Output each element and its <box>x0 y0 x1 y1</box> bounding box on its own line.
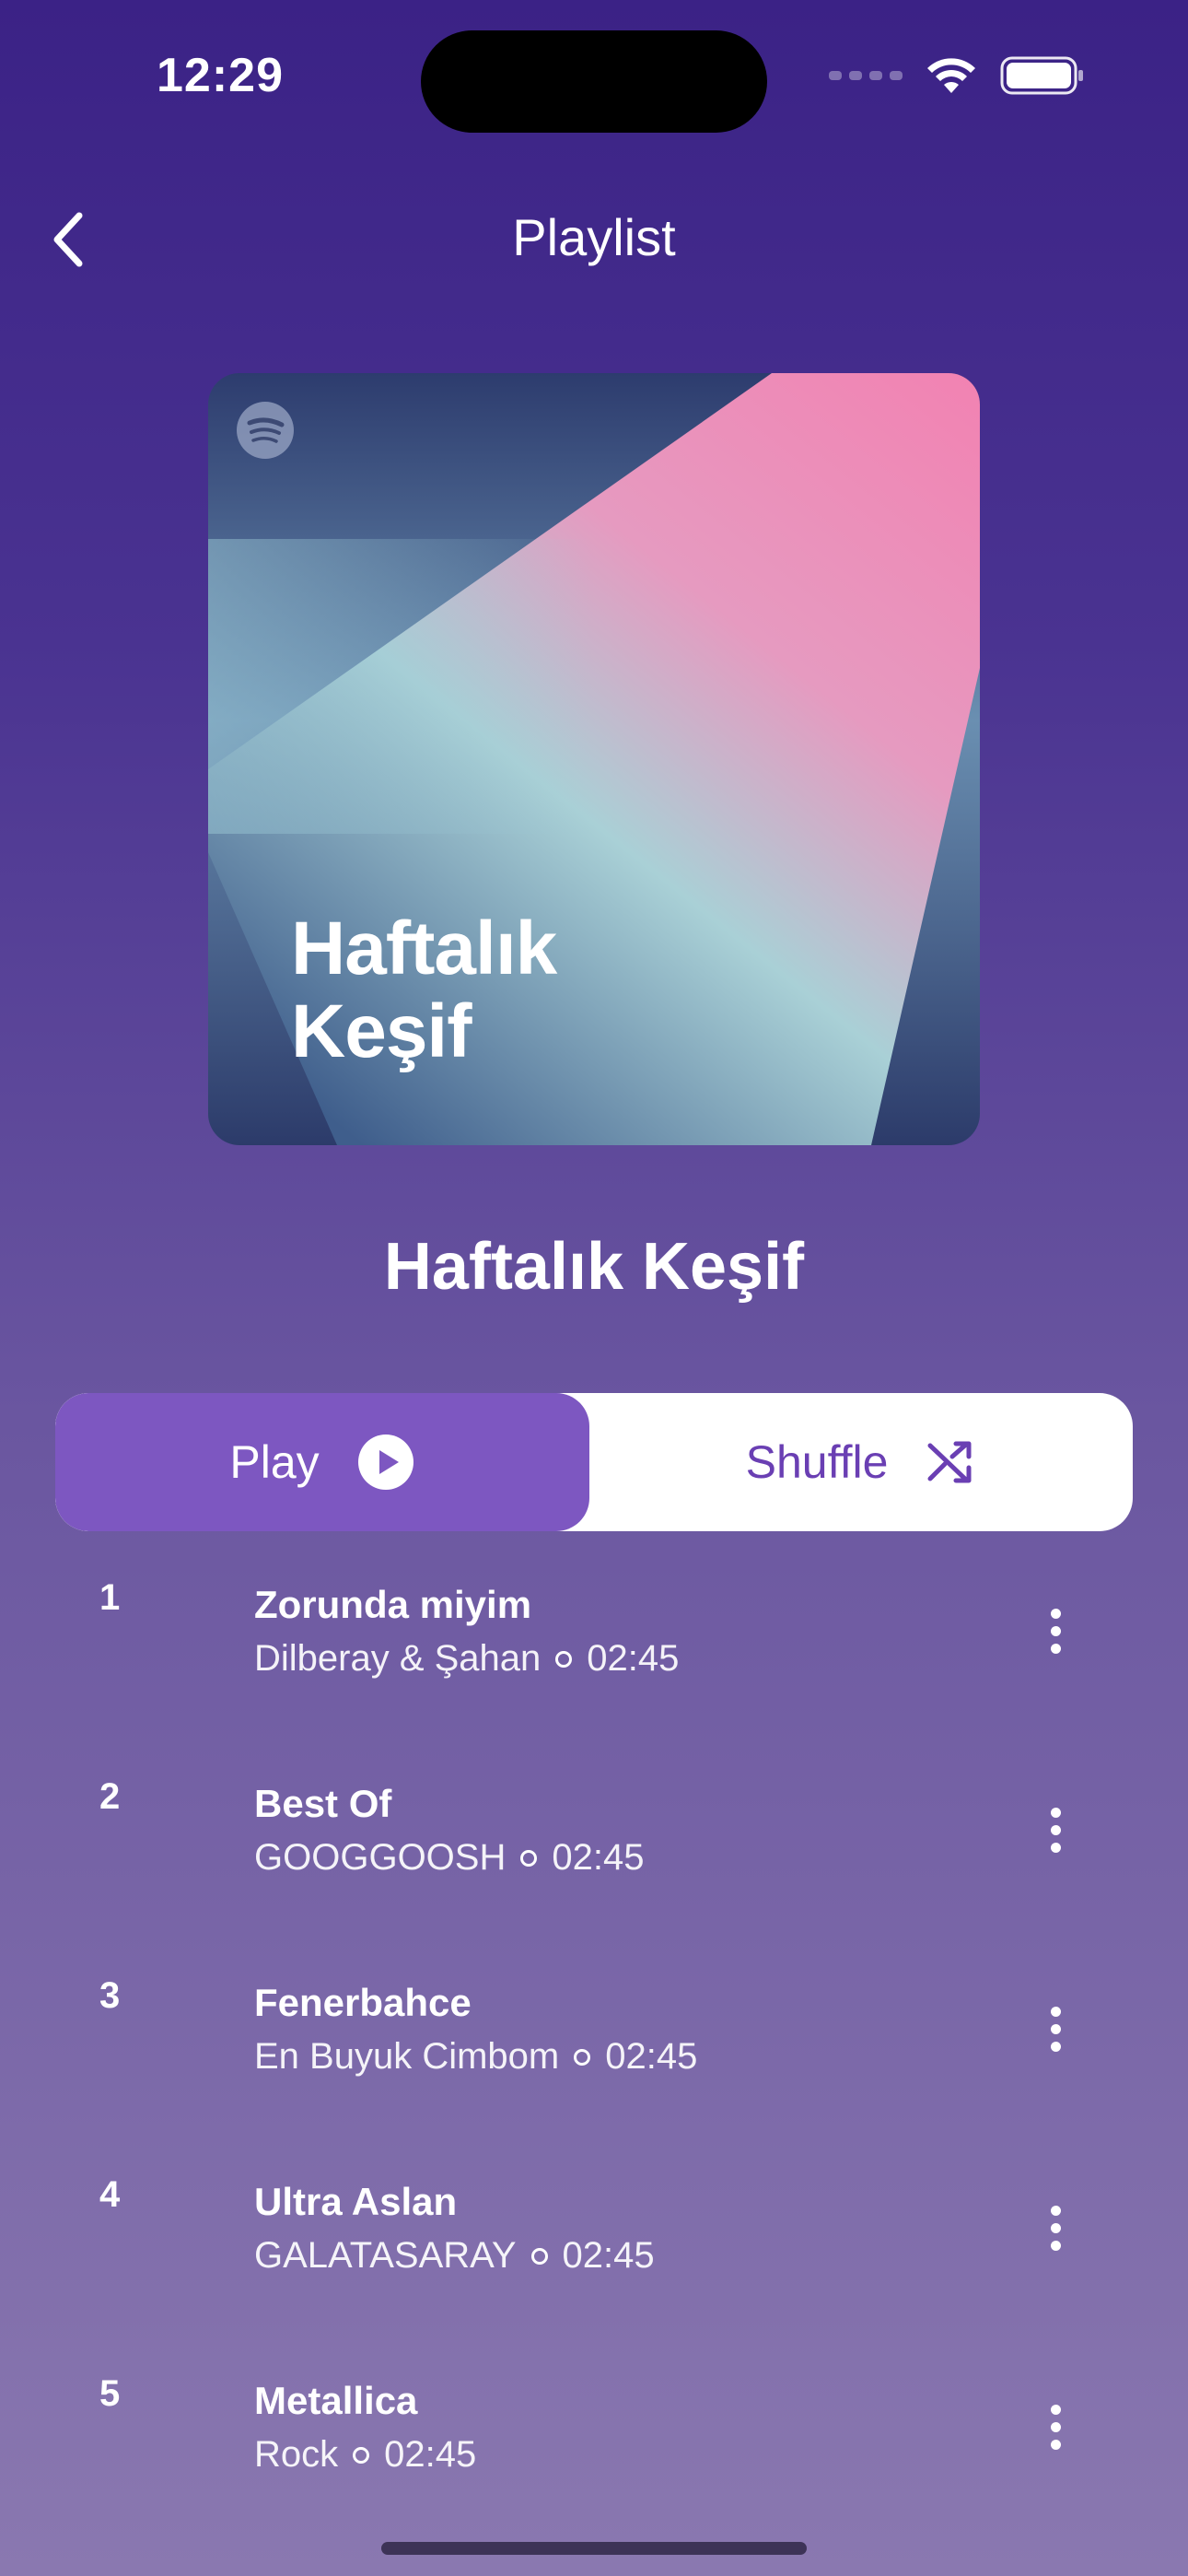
track-number: 1 <box>99 1577 121 1618</box>
track-row[interactable]: 3 Fenerbahce En Buyuk Cimbom 02:45 <box>0 1955 1188 2154</box>
play-circle-icon <box>357 1434 413 1490</box>
separator-dot-icon <box>574 2048 591 2066</box>
track-number: 4 <box>99 2174 121 2215</box>
cellular-signal-icon <box>829 71 903 80</box>
track-duration: 02:45 <box>562 2235 655 2276</box>
more-options-button[interactable] <box>1028 1793 1083 1867</box>
track-duration: 02:45 <box>605 2036 698 2077</box>
track-duration: 02:45 <box>384 2434 477 2475</box>
track-meta: Rock 02:45 <box>254 2434 476 2476</box>
track-title: Metallica <box>254 2379 418 2422</box>
track-title: Fenerbahce <box>254 1981 472 2024</box>
page-title: Playlist <box>512 208 676 266</box>
track-title: Best Of <box>254 1782 392 1825</box>
battery-icon <box>1000 56 1083 95</box>
track-meta: GALATASARAY 02:45 <box>254 2235 655 2277</box>
track-list: 1 Zorunda miyim Dilberay & Şahan 02:45 2… <box>0 1557 1188 2552</box>
playlist-cover: Haftalık Keşif <box>208 373 980 1145</box>
separator-dot-icon <box>353 2446 370 2464</box>
track-title: Zorunda miyim <box>254 1583 532 1626</box>
shuffle-button[interactable]: Shuffle <box>589 1393 1133 1531</box>
track-meta: En Buyuk Cimbom 02:45 <box>254 2036 697 2078</box>
track-row[interactable]: 5 Metallica Rock 02:45 <box>0 2353 1188 2552</box>
separator-dot-icon <box>555 1650 573 1668</box>
track-row[interactable]: 2 Best Of GOOGGOOSH 02:45 <box>0 1756 1188 1955</box>
more-options-button[interactable] <box>1028 1594 1083 1668</box>
track-number: 3 <box>99 1975 121 2016</box>
action-bar: Play Shuffle <box>55 1393 1133 1531</box>
track-duration: 02:45 <box>587 1638 680 1679</box>
track-row[interactable]: 4 Ultra Aslan GALATASARAY 02:45 <box>0 2154 1188 2353</box>
more-options-button[interactable] <box>1028 1992 1083 2066</box>
more-options-button[interactable] <box>1028 2390 1083 2464</box>
track-meta: GOOGGOOSH 02:45 <box>254 1837 644 1879</box>
track-artist: GOOGGOOSH <box>254 1837 507 1878</box>
separator-dot-icon <box>530 2247 548 2265</box>
more-vertical-icon <box>1050 2404 1061 2415</box>
status-icons <box>829 55 1085 96</box>
track-artist: GALATASARAY <box>254 2235 517 2276</box>
track-duration: 02:45 <box>552 1837 645 1878</box>
track-title: Ultra Aslan <box>254 2180 458 2223</box>
dynamic-island <box>421 30 767 133</box>
more-vertical-icon <box>1050 2006 1061 2017</box>
spotify-logo-icon <box>237 402 294 459</box>
play-button[interactable]: Play <box>55 1393 589 1531</box>
home-indicator[interactable] <box>381 2542 807 2555</box>
track-number: 2 <box>99 1776 121 1817</box>
shuffle-icon <box>927 1441 972 1483</box>
more-options-button[interactable] <box>1028 2191 1083 2265</box>
more-vertical-icon <box>1050 2205 1061 2216</box>
more-vertical-icon <box>1050 1608 1061 1619</box>
track-meta: Dilberay & Şahan 02:45 <box>254 1638 679 1680</box>
track-number: 5 <box>99 2373 121 2414</box>
status-bar: 12:29 <box>0 0 1188 157</box>
nav-bar: Playlist <box>0 184 1188 295</box>
track-artist: Dilberay & Şahan <box>254 1638 542 1679</box>
cover-title: Haftalık Keşif <box>291 907 557 1073</box>
track-row[interactable]: 1 Zorunda miyim Dilberay & Şahan 02:45 <box>0 1557 1188 1756</box>
shuffle-button-label: Shuffle <box>745 1436 889 1488</box>
playlist-title: Haftalık Keşif <box>383 1230 805 1304</box>
separator-dot-icon <box>520 1849 538 1867</box>
track-artist: Rock <box>254 2434 339 2475</box>
wifi-icon <box>927 58 975 93</box>
track-artist: En Buyuk Cimbom <box>254 2036 560 2077</box>
play-button-label: Play <box>229 1436 320 1488</box>
more-vertical-icon <box>1050 1807 1061 1818</box>
status-time: 12:29 <box>157 49 284 102</box>
